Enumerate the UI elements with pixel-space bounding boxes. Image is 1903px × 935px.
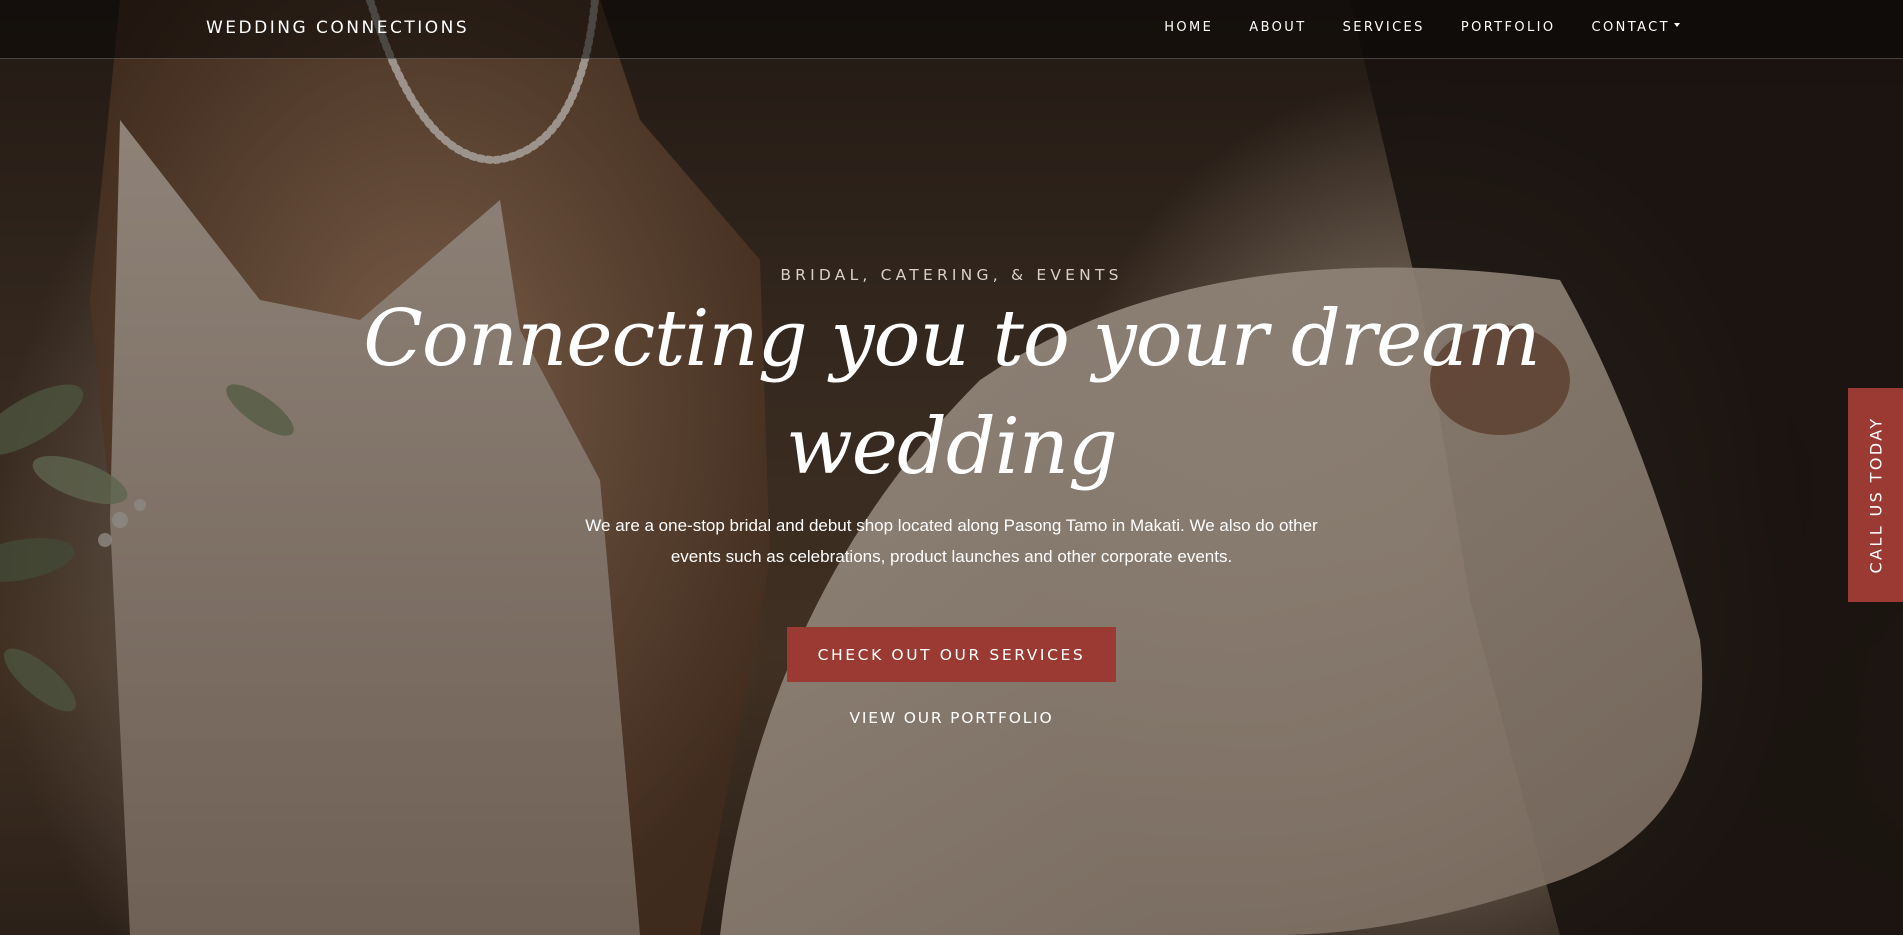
brand-logo[interactable]: WEDDING CONNECTIONS: [206, 18, 469, 38]
nav-link-about[interactable]: ABOUT: [1249, 20, 1306, 35]
nav-links: HOME ABOUT SERVICES PORTFOLIO CONTACT: [1164, 20, 1680, 35]
hero-eyebrow: BRIDAL, CATERING, & EVENTS: [780, 266, 1123, 284]
nav-link-portfolio-label: PORTFOLIO: [1460, 20, 1556, 35]
nav-link-home[interactable]: HOME: [1164, 20, 1213, 35]
hero-headline-line1: Connecting you to your dream: [363, 294, 1541, 384]
hero-headline-line2: wedding: [786, 402, 1118, 492]
chevron-down-icon: [1674, 22, 1680, 27]
nav-link-about-label: ABOUT: [1249, 20, 1307, 35]
view-portfolio-link[interactable]: VIEW OUR PORTFOLIO: [0, 709, 1903, 727]
nav-link-contact[interactable]: CONTACT: [1592, 20, 1680, 35]
nav-link-home-label: HOME: [1164, 20, 1214, 35]
nav-link-portfolio[interactable]: PORTFOLIO: [1461, 20, 1556, 35]
nav-link-services[interactable]: SERVICES: [1343, 20, 1425, 35]
check-out-services-button[interactable]: CHECK OUT OUR SERVICES: [787, 627, 1116, 682]
call-us-today-tab[interactable]: CALL US TODAY: [1848, 388, 1903, 602]
nav-link-services-label: SERVICES: [1342, 20, 1425, 35]
nav-link-contact-label: CONTACT: [1591, 20, 1670, 35]
top-navbar: WEDDING CONNECTIONS HOME ABOUT SERVICES …: [0, 0, 1903, 59]
hero-headline: Connecting you to your dream wedding: [0, 285, 1903, 501]
call-us-today-label: CALL US TODAY: [1866, 416, 1885, 574]
hero-description: We are a one-stop bridal and debut shop …: [585, 516, 1318, 566]
